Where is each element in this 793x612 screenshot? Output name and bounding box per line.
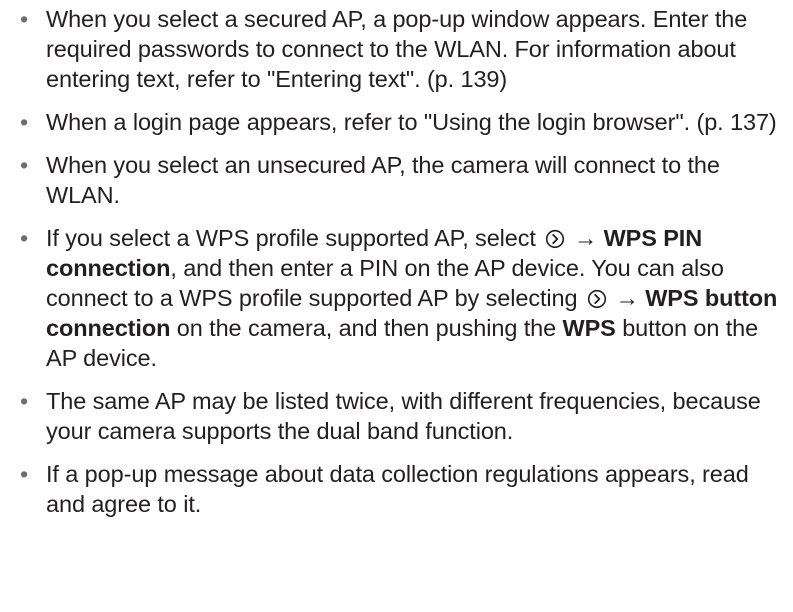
bullet-list: • When you select a secured AP, a pop-up… — [20, 4, 785, 532]
list-item-text: If you select a WPS profile supported AP… — [46, 225, 536, 251]
list-item: • When you select a secured AP, a pop-up… — [20, 4, 785, 94]
wps-label: WPS — [562, 315, 616, 341]
list-item: • If a pop-up message about data collect… — [20, 459, 785, 519]
bullet-dot: • — [20, 152, 29, 178]
list-item-text: When a login page appears, refer to "Usi… — [46, 109, 777, 135]
list-item: • The same AP may be listed twice, with … — [20, 386, 785, 446]
bullet-dot: • — [20, 461, 29, 487]
arrow-glyph: → — [573, 225, 598, 251]
list-item: • If you select a WPS profile supported … — [20, 223, 785, 373]
circle-chevron-right-icon — [587, 289, 607, 309]
circle-chevron-right-icon — [546, 229, 565, 249]
bullet-dot: • — [20, 388, 29, 414]
list-item-text: The same AP may be listed twice, with di… — [46, 388, 761, 444]
list-item: • When you select an unsecured AP, the c… — [20, 150, 785, 210]
bullet-dot: • — [20, 6, 29, 32]
manual-page: • When you select a secured AP, a pop-up… — [0, 0, 793, 612]
bullet-dot: • — [20, 109, 29, 135]
arrow-glyph: → — [615, 285, 639, 311]
list-item-text: If a pop-up message about data collectio… — [46, 461, 749, 517]
list-item: • When a login page appears, refer to "U… — [20, 107, 785, 137]
bullet-dot: • — [20, 225, 29, 251]
list-item-text: When you select a secured AP, a pop-up w… — [46, 6, 748, 92]
list-item-text: When you select an unsecured AP, the cam… — [46, 152, 720, 208]
list-item-text: on the camera, and then pushing the — [176, 315, 557, 341]
